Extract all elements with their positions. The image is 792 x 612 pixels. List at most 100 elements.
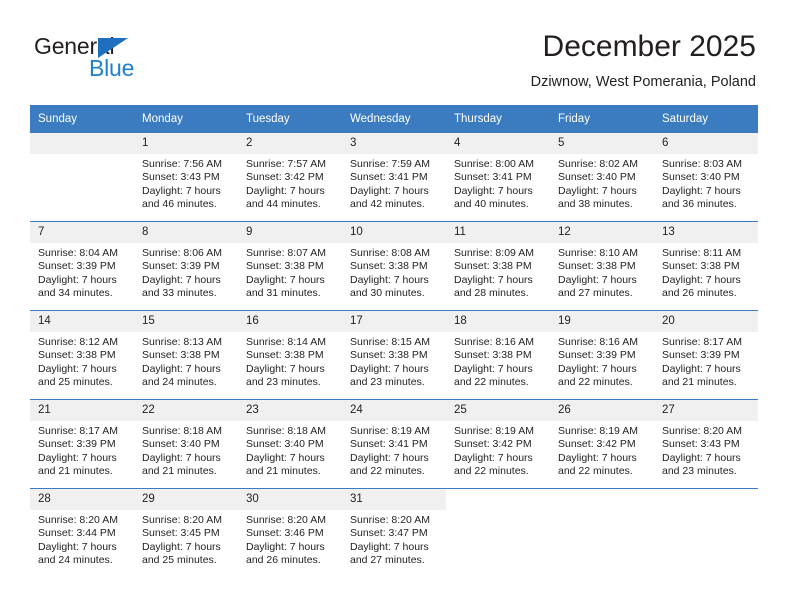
calendar-day-cell[interactable]: 23 Sunrise: 8:18 AM Sunset: 3:40 PM Dayligh… [238, 399, 342, 489]
sunset-text: Sunset: 3:41 PM [350, 171, 428, 184]
day-cell-content [550, 489, 654, 577]
daylight-text-line2: and 46 minutes. [142, 198, 217, 211]
sunrise-text: Sunrise: 8:14 AM [246, 336, 326, 348]
calendar-day-cell[interactable]: 9 Sunrise: 8:07 AM Sunset: 3:38 PM Daylight… [238, 221, 342, 311]
sunrise-text: Sunrise: 7:59 AM [350, 158, 430, 170]
calendar-day-cell[interactable]: 12 Sunrise: 8:10 AM Sunset: 3:38 PM Dayligh… [550, 221, 654, 311]
calendar-day-cell[interactable] [446, 488, 550, 577]
calendar-day-cell[interactable] [30, 133, 134, 222]
daylight-text-line2: and 24 minutes. [38, 554, 113, 567]
sunrise-text: Sunrise: 8:16 AM [558, 336, 638, 348]
sunrise-text: Sunrise: 8:18 AM [246, 425, 326, 437]
day-number: 10 [342, 222, 446, 243]
calendar-day-cell[interactable]: 26 Sunrise: 8:19 AM Sunset: 3:42 PM Dayligh… [550, 399, 654, 489]
calendar-day-cell[interactable]: 8 Sunrise: 8:06 AM Sunset: 3:39 PM Daylight… [134, 221, 238, 311]
day-cell-content: 10 Sunrise: 8:08 AM Sunset: 3:38 PM Dayligh… [342, 222, 446, 310]
daylight-text-line2: and 38 minutes. [558, 198, 633, 211]
weekday-header-tuesday: Tuesday [238, 105, 342, 133]
calendar-day-cell[interactable]: 20 Sunrise: 8:17 AM Sunset: 3:39 PM Dayligh… [654, 310, 758, 400]
calendar-day-cell[interactable]: 25 Sunrise: 8:19 AM Sunset: 3:42 PM Dayligh… [446, 399, 550, 489]
calendar-day-cell[interactable]: 18 Sunrise: 8:16 AM Sunset: 3:38 PM Dayligh… [446, 310, 550, 400]
calendar-day-cell[interactable]: 30 Sunrise: 8:20 AM Sunset: 3:46 PM Dayligh… [238, 488, 342, 577]
calendar-day-cell[interactable]: 21 Sunrise: 8:17 AM Sunset: 3:39 PM Dayligh… [30, 399, 134, 489]
day-cell-content: 27 Sunrise: 8:20 AM Sunset: 3:43 PM Dayligh… [654, 400, 758, 488]
sunrise-text: Sunrise: 8:11 AM [662, 247, 742, 259]
daylight-text-line1: Daylight: 7 hours [350, 184, 429, 197]
calendar-day-cell[interactable]: 24 Sunrise: 8:19 AM Sunset: 3:41 PM Dayligh… [342, 399, 446, 489]
sun-info: Sunrise: 8:07 AM Sunset: 3:38 PM Daylight:… [238, 243, 342, 301]
sunset-text: Sunset: 3:40 PM [246, 438, 324, 451]
daylight-text-line1: Daylight: 7 hours [454, 362, 533, 375]
day-number: 19 [550, 311, 654, 332]
daylight-text-line2: and 22 minutes. [558, 465, 633, 478]
calendar-day-cell[interactable]: 15 Sunrise: 8:13 AM Sunset: 3:38 PM Dayligh… [134, 310, 238, 400]
day-cell-content: 18 Sunrise: 8:16 AM Sunset: 3:38 PM Dayligh… [446, 311, 550, 399]
sun-info: Sunrise: 8:10 AM Sunset: 3:38 PM Daylight:… [550, 243, 654, 301]
calendar-day-cell[interactable]: 6 Sunrise: 8:03 AM Sunset: 3:40 PM Daylight… [654, 133, 758, 222]
calendar-day-cell[interactable]: 14 Sunrise: 8:12 AM Sunset: 3:38 PM Dayligh… [30, 310, 134, 400]
calendar-day-cell[interactable]: 3 Sunrise: 7:59 AM Sunset: 3:41 PM Daylight… [342, 133, 446, 222]
day-cell-content: 7 Sunrise: 8:04 AM Sunset: 3:39 PM Daylight… [30, 222, 134, 310]
sunset-text: Sunset: 3:43 PM [662, 438, 740, 451]
calendar-day-cell[interactable]: 19 Sunrise: 8:16 AM Sunset: 3:39 PM Dayligh… [550, 310, 654, 400]
daylight-text-line2: and 22 minutes. [454, 465, 529, 478]
day-cell-content: 19 Sunrise: 8:16 AM Sunset: 3:39 PM Dayligh… [550, 311, 654, 399]
weekday-header-monday: Monday [134, 105, 238, 133]
sunset-text: Sunset: 3:38 PM [246, 349, 324, 362]
daylight-text-line1: Daylight: 7 hours [350, 362, 429, 375]
calendar-day-cell[interactable]: 28 Sunrise: 8:20 AM Sunset: 3:44 PM Dayligh… [30, 488, 134, 577]
day-cell-content: 6 Sunrise: 8:03 AM Sunset: 3:40 PM Daylight… [654, 133, 758, 221]
calendar-day-cell[interactable]: 11 Sunrise: 8:09 AM Sunset: 3:38 PM Dayligh… [446, 221, 550, 311]
calendar-day-cell[interactable] [550, 488, 654, 577]
calendar-day-cell[interactable]: 1 Sunrise: 7:56 AM Sunset: 3:43 PM Daylight… [134, 133, 238, 222]
sunrise-text: Sunrise: 8:04 AM [38, 247, 118, 259]
day-cell-content [446, 489, 550, 577]
sun-info: Sunrise: 7:57 AM Sunset: 3:42 PM Daylight:… [238, 154, 342, 212]
sun-info: Sunrise: 8:19 AM Sunset: 3:41 PM Daylight:… [342, 421, 446, 479]
sun-info: Sunrise: 8:13 AM Sunset: 3:38 PM Daylight:… [134, 332, 238, 390]
sun-info: Sunrise: 8:11 AM Sunset: 3:38 PM Daylight:… [654, 243, 758, 301]
calendar-week-row: 21 Sunrise: 8:17 AM Sunset: 3:39 PM Dayligh… [30, 399, 758, 489]
daylight-text-line1: Daylight: 7 hours [662, 184, 741, 197]
general-blue-logo[interactable]: General Blue [34, 33, 214, 89]
sunset-text: Sunset: 3:41 PM [454, 171, 532, 184]
calendar-day-cell[interactable]: 2 Sunrise: 7:57 AM Sunset: 3:42 PM Daylight… [238, 133, 342, 222]
day-number: 12 [550, 222, 654, 243]
sunset-text: Sunset: 3:43 PM [142, 171, 220, 184]
daylight-text-line2: and 36 minutes. [662, 198, 737, 211]
day-number: 20 [654, 311, 758, 332]
daylight-text-line1: Daylight: 7 hours [38, 273, 117, 286]
calendar-page: General Blue December 2025 Dziwnow, West… [0, 0, 792, 612]
weekday-header-thursday: Thursday [446, 105, 550, 133]
calendar-day-cell[interactable]: 22 Sunrise: 8:18 AM Sunset: 3:40 PM Dayligh… [134, 399, 238, 489]
sunrise-text: Sunrise: 8:12 AM [38, 336, 118, 348]
calendar-day-cell[interactable]: 31 Sunrise: 8:20 AM Sunset: 3:47 PM Dayligh… [342, 488, 446, 577]
calendar-day-cell[interactable]: 27 Sunrise: 8:20 AM Sunset: 3:43 PM Dayligh… [654, 399, 758, 489]
calendar-day-cell[interactable]: 5 Sunrise: 8:02 AM Sunset: 3:40 PM Daylight… [550, 133, 654, 222]
calendar-day-cell[interactable]: 16 Sunrise: 8:14 AM Sunset: 3:38 PM Dayligh… [238, 310, 342, 400]
calendar-day-cell[interactable]: 10 Sunrise: 8:08 AM Sunset: 3:38 PM Dayligh… [342, 221, 446, 311]
day-cell-content: 22 Sunrise: 8:18 AM Sunset: 3:40 PM Dayligh… [134, 400, 238, 488]
day-cell-content: 28 Sunrise: 8:20 AM Sunset: 3:44 PM Dayligh… [30, 489, 134, 577]
calendar-day-cell[interactable]: 17 Sunrise: 8:15 AM Sunset: 3:38 PM Dayligh… [342, 310, 446, 400]
sun-info: Sunrise: 8:14 AM Sunset: 3:38 PM Daylight:… [238, 332, 342, 390]
calendar-day-cell[interactable]: 4 Sunrise: 8:00 AM Sunset: 3:41 PM Daylight… [446, 133, 550, 222]
sun-info: Sunrise: 8:17 AM Sunset: 3:39 PM Daylight:… [30, 421, 134, 479]
day-cell-content: 11 Sunrise: 8:09 AM Sunset: 3:38 PM Dayligh… [446, 222, 550, 310]
calendar-day-cell[interactable]: 29 Sunrise: 8:20 AM Sunset: 3:45 PM Dayligh… [134, 488, 238, 577]
day-cell-content: 14 Sunrise: 8:12 AM Sunset: 3:38 PM Dayligh… [30, 311, 134, 399]
daylight-text-line2: and 23 minutes. [662, 465, 737, 478]
sunset-text: Sunset: 3:38 PM [142, 349, 220, 362]
sunrise-text: Sunrise: 8:19 AM [454, 425, 534, 437]
day-cell-content: 25 Sunrise: 8:19 AM Sunset: 3:42 PM Dayligh… [446, 400, 550, 488]
sunset-text: Sunset: 3:38 PM [350, 349, 428, 362]
day-number: 13 [654, 222, 758, 243]
sunset-text: Sunset: 3:39 PM [38, 260, 116, 273]
sun-info: Sunrise: 8:18 AM Sunset: 3:40 PM Daylight:… [134, 421, 238, 479]
calendar-day-cell[interactable]: 7 Sunrise: 8:04 AM Sunset: 3:39 PM Daylight… [30, 221, 134, 311]
day-number [30, 133, 134, 154]
day-number: 9 [238, 222, 342, 243]
calendar-day-cell[interactable]: 13 Sunrise: 8:11 AM Sunset: 3:38 PM Dayligh… [654, 221, 758, 311]
daylight-text-line2: and 26 minutes. [246, 554, 321, 567]
calendar-day-cell[interactable] [654, 488, 758, 577]
